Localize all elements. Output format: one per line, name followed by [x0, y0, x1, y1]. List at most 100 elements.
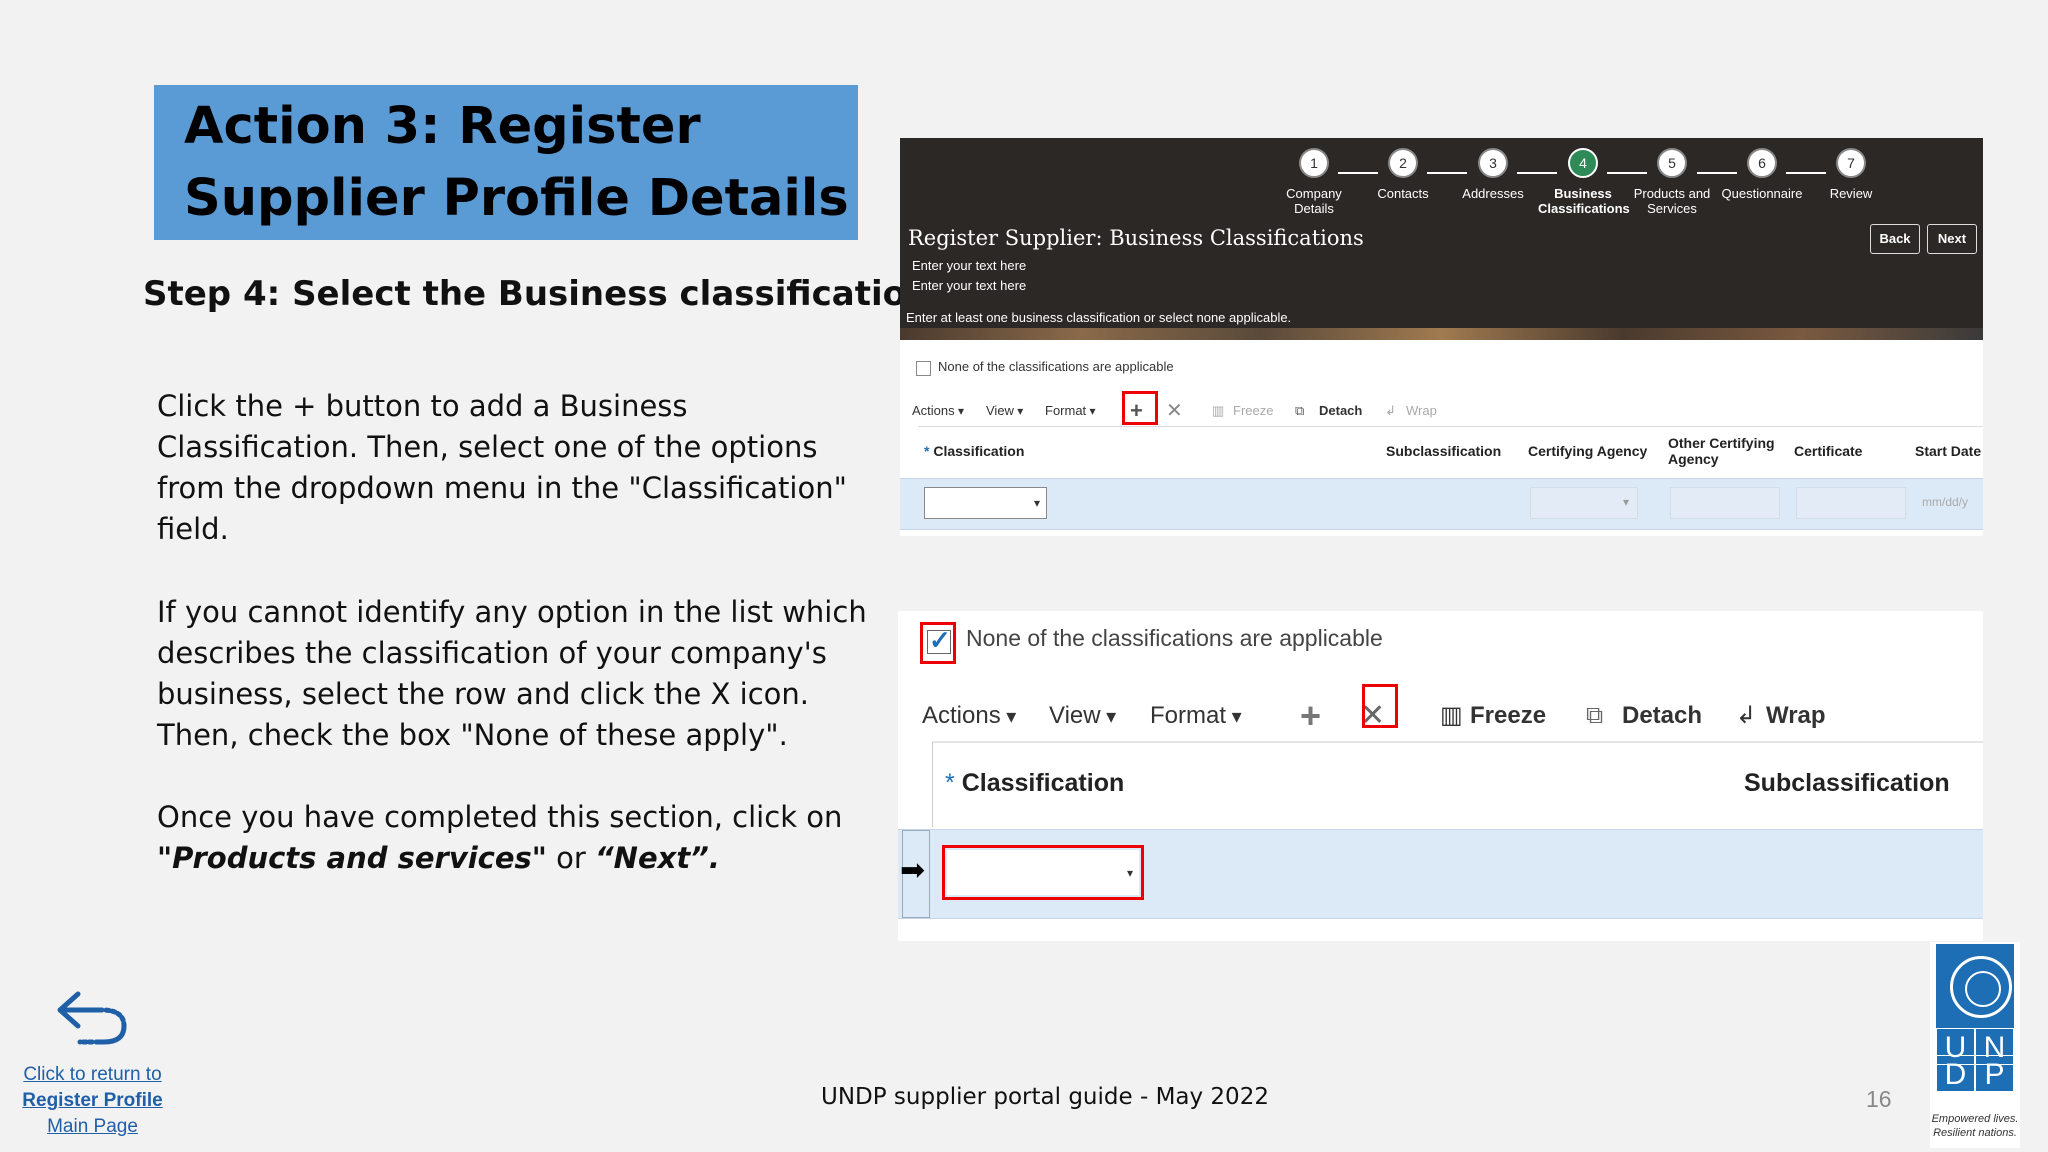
required-icon: * — [945, 769, 962, 797]
page-number: 16 — [1866, 1086, 1892, 1112]
actions-menu[interactable]: Actions — [912, 396, 964, 426]
slide-title-line2: Supplier Profile Details — [184, 169, 849, 228]
table-header: * Classification Subclassification Certi… — [918, 426, 1983, 482]
freeze-button[interactable]: Freeze — [1233, 396, 1273, 426]
col-classification-label: Classification — [933, 443, 1025, 459]
other-agency-input[interactable] — [1670, 487, 1780, 519]
train-step-contacts[interactable]: 2 Contacts — [1358, 148, 1448, 201]
col-classification: * Classification — [945, 769, 1124, 798]
para3-prefix: Once you have completed this section, cl… — [157, 800, 843, 834]
classification-dropdown[interactable] — [924, 487, 1047, 519]
undp-logo-block: U N D P — [1936, 944, 2014, 1092]
step-number: 3 — [1478, 148, 1508, 178]
none-applicable-checkbox[interactable] — [916, 361, 931, 376]
detach-button[interactable]: Detach — [1319, 396, 1362, 426]
step-label: Questionnaire — [1721, 186, 1803, 201]
required-icon: * — [924, 443, 934, 459]
view-menu[interactable]: View — [1049, 691, 1116, 742]
return-link-line3[interactable]: Main Page — [10, 1114, 175, 1140]
format-menu[interactable]: Format — [1150, 691, 1242, 742]
actions-menu[interactable]: Actions — [922, 691, 1016, 742]
add-highlight — [1122, 391, 1158, 425]
none-applicable-label: None of the classifications are applicab… — [966, 625, 1383, 651]
arrow-right-icon: ➡ — [900, 854, 926, 887]
step-title: Step 4: Select the Business classificati… — [143, 274, 951, 314]
certifying-agency-dropdown[interactable]: ▾ — [1530, 487, 1638, 519]
step-number: 7 — [1836, 148, 1866, 178]
none-applicable-label: None of the classifications are applicab… — [938, 359, 1174, 374]
screenshot-none-applicable: ✓ None of the classifications are applic… — [898, 611, 1983, 941]
wrap-button[interactable]: Wrap — [1766, 691, 1826, 741]
train-step-addresses[interactable]: 3 Addresses — [1448, 148, 1538, 201]
freeze-icon: ▥ — [1440, 702, 1463, 729]
return-arrow-icon — [57, 991, 127, 1045]
instruction-paragraph-2: If you cannot identify any option in the… — [157, 595, 867, 752]
freeze-button[interactable]: Freeze — [1470, 691, 1546, 741]
detach-button[interactable]: Detach — [1622, 691, 1702, 741]
return-link-line2[interactable]: Register Profile — [10, 1088, 175, 1114]
step-label: Contacts — [1377, 186, 1429, 201]
freeze-icon: ▥ — [1212, 403, 1225, 418]
tagline-2: Resilient nations. — [1933, 1127, 2017, 1139]
para3-next: “Next”. — [595, 841, 720, 875]
col-classification-label: Classification — [961, 769, 1125, 797]
col-certificate: Certificate — [1794, 443, 1863, 459]
instruction-paragraph-1: Click the + button to add a Business Cla… — [157, 389, 847, 546]
chevron-down-icon: ▾ — [1622, 495, 1629, 509]
train-step-company-details[interactable]: 1 Company Details — [1269, 148, 1359, 216]
header-instruction: Enter at least one business classificati… — [906, 310, 1292, 325]
train-step-review[interactable]: 7 Review — [1806, 148, 1896, 201]
step-label: Products and Services — [1633, 186, 1711, 216]
page-title: Register Supplier: Business Classificati… — [908, 226, 1364, 250]
view-menu[interactable]: View — [986, 396, 1023, 426]
checkmark-icon: ✓ — [929, 625, 951, 655]
progress-train: 1 Company Details 2 Contacts 3 Addresses 4 B… — [900, 148, 1983, 228]
train-step-questionnaire[interactable]: 6 Questionnaire — [1717, 148, 1807, 201]
col-start-date: Start Date — [1915, 443, 1982, 459]
header-subtext-2: Enter your text here — [912, 278, 1027, 293]
step-number: 6 — [1747, 148, 1777, 178]
delete-icon[interactable]: ✕ — [1166, 396, 1183, 426]
train-step-business-classifications[interactable]: 4 Business Classifications — [1538, 148, 1630, 216]
supplier-header: 1 Company Details 2 Contacts 3 Addresses 4 B… — [900, 138, 1983, 340]
return-link-text[interactable]: Click to return to Register Profile Main… — [10, 1062, 175, 1140]
step-number: 2 — [1388, 148, 1418, 178]
col-other-agency-line1: Other Certifying — [1668, 435, 1775, 451]
table-header: * Classification Subclassification — [932, 741, 1983, 827]
table-row[interactable]: ➡ — [898, 829, 1983, 919]
step-label: Addresses — [1462, 186, 1524, 201]
wrap-icon: ↲ — [1736, 702, 1757, 729]
format-menu[interactable]: Format — [1045, 396, 1096, 426]
logo-letter: P — [1975, 1055, 2014, 1092]
col-certifying-agency: Certifying Agency — [1528, 443, 1648, 459]
col-other-agency-line2: Agency — [1668, 451, 1719, 467]
screenshot-business-classifications: 1 Company Details 2 Contacts 3 Addresses 4 B… — [900, 138, 1983, 536]
wrap-icon: ↲ — [1385, 403, 1396, 418]
detach-icon: ⧉ — [1586, 702, 1604, 729]
certificate-input[interactable] — [1796, 487, 1906, 519]
next-button[interactable]: Next — [1927, 224, 1977, 254]
undp-logo: U N D P Empowered lives. Resilient natio… — [1930, 942, 2020, 1148]
table-row[interactable]: ▾ mm/dd/y — [900, 478, 1983, 530]
table-toolbar: Actions View Format + ✕ ▥ Freeze ⧉ Detac… — [922, 691, 1982, 741]
un-emblem-icon — [1950, 956, 2012, 1018]
none-applicable-checkbox[interactable]: ✓ — [927, 625, 951, 655]
add-icon[interactable]: + — [1300, 691, 1321, 741]
train-step-products-services[interactable]: 5 Products and Services — [1627, 148, 1717, 216]
col-subclassification: Subclassification — [1386, 443, 1502, 459]
step-number: 4 — [1568, 148, 1598, 178]
para3-products-services: "Products and services" — [157, 841, 547, 875]
wrap-button[interactable]: Wrap — [1406, 396, 1437, 426]
step-label: Review — [1829, 186, 1873, 201]
slide-title-box: Action 3: Register Supplier Profile Deta… — [154, 85, 858, 240]
delete-highlight — [1362, 684, 1398, 728]
instruction-paragraph-3: Once you have completed this section, cl… — [157, 797, 877, 879]
header-subtext-1: Enter your text here — [912, 258, 1027, 273]
step-label: Company Details — [1286, 186, 1342, 216]
return-link-line1[interactable]: Click to return to — [10, 1062, 175, 1088]
back-button[interactable]: Back — [1870, 224, 1920, 254]
logo-letter: D — [1936, 1055, 1975, 1092]
classification-dropdown[interactable] — [947, 850, 1139, 895]
step-label: Business Classifications — [1538, 186, 1630, 216]
start-date-input[interactable]: mm/dd/y — [1922, 495, 1968, 509]
